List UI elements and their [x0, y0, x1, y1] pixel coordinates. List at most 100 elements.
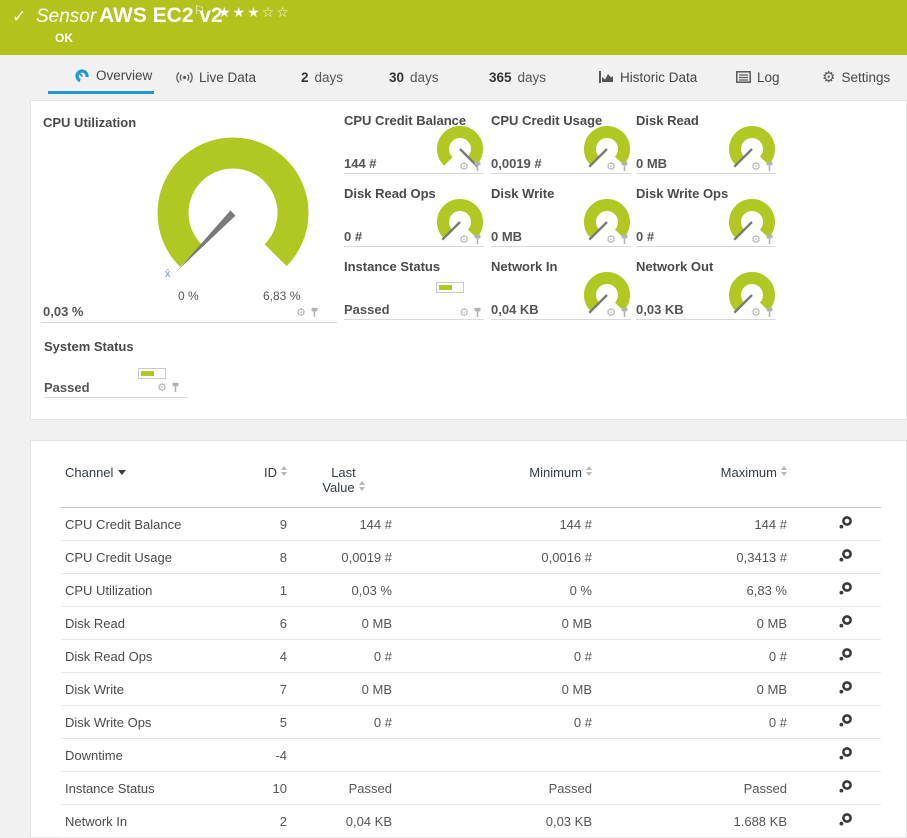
cell-minimum: Passed	[548, 780, 592, 796]
tab-365-days-word: days	[517, 69, 547, 85]
cell-id: 10	[272, 780, 287, 796]
tab-365-days[interactable]: 365 days	[489, 60, 546, 94]
table-row[interactable]: Disk Write Ops 5 0 # 0 # 0 #	[61, 706, 881, 739]
flag-icon[interactable]: ⚐	[194, 3, 205, 17]
cell-id: 6	[279, 615, 287, 631]
table-row[interactable]: Disk Read Ops 4 0 # 0 # 0 #	[61, 640, 881, 673]
gauge-title: Network In	[491, 259, 558, 274]
column-header-maximum[interactable]: Maximum	[596, 459, 791, 508]
table-row[interactable]: Disk Write 7 0 MB 0 MB 0 MB	[61, 673, 881, 706]
column-header-minimum[interactable]: Minimum	[396, 459, 596, 508]
priority-stars[interactable]: ★★★☆☆	[218, 5, 291, 21]
table-row[interactable]: CPU Credit Balance 9 144 # 144 # 144 #	[61, 508, 881, 541]
column-header-last-value[interactable]: Last Value	[291, 459, 396, 508]
gauge-value: Passed	[344, 302, 390, 317]
tab-historic-data[interactable]: Historic Data	[599, 60, 697, 94]
table-row[interactable]: CPU Credit Usage 8 0,0019 # 0,0016 # 0,3…	[61, 541, 881, 574]
tab-30-days[interactable]: 30 days	[389, 60, 439, 94]
channel-table-panel: Channel ID Last Value Minimum Maximum CP…	[30, 440, 907, 838]
sort-arrows-icon	[358, 481, 365, 491]
channel-settings-gear-icon[interactable]	[838, 647, 853, 662]
channel-settings-gear-icon[interactable]	[838, 614, 853, 629]
pin-icon[interactable]	[473, 234, 482, 245]
channel-settings-gear-icon[interactable]	[838, 746, 853, 761]
cell-minimum: 0 MB	[561, 615, 592, 631]
channel-gear-icon[interactable]: ⚙	[751, 234, 761, 245]
gauge-value: 0 #	[636, 229, 655, 244]
pin-icon[interactable]	[171, 382, 180, 393]
gauge-value: 0,03 %	[43, 304, 84, 319]
cell-channel[interactable]: CPU Credit Balance	[61, 508, 236, 541]
channel-settings-gear-icon[interactable]	[838, 680, 853, 695]
tab-log[interactable]: Log	[736, 60, 780, 94]
settings-gear-icon: ⚙	[822, 68, 836, 86]
tab-settings[interactable]: ⚙ Settings	[822, 60, 890, 94]
sort-active-caret-icon	[118, 470, 127, 475]
column-header-id[interactable]: ID	[236, 459, 291, 508]
channel-gear-icon[interactable]: ⚙	[459, 234, 469, 245]
pin-icon[interactable]	[620, 234, 629, 245]
pin-icon[interactable]	[473, 161, 482, 172]
channel-settings-gear-icon[interactable]	[838, 515, 853, 530]
channel-gear-icon[interactable]: ⚙	[606, 234, 616, 245]
channel-gear-icon[interactable]: ⚙	[606, 307, 616, 318]
table-row[interactable]: Downtime -4	[61, 739, 881, 772]
channel-settings-gear-icon[interactable]	[838, 812, 853, 827]
tab-log-label: Log	[757, 69, 780, 85]
pin-icon[interactable]	[620, 307, 629, 318]
pin-icon[interactable]	[765, 234, 774, 245]
cell-last-value: 0 #	[373, 714, 392, 730]
tab-2-days-word: days	[314, 69, 344, 85]
cell-id: 7	[279, 681, 287, 697]
channel-settings-gear-icon[interactable]	[838, 581, 853, 596]
channel-gear-icon[interactable]: ⚙	[296, 307, 306, 318]
table-row[interactable]: Instance Status 10 Passed Passed Passed	[61, 772, 881, 805]
cell-channel[interactable]: Network In	[61, 805, 236, 838]
channel-settings-gear-icon[interactable]	[838, 713, 853, 728]
channel-gear-icon[interactable]: ⚙	[459, 307, 469, 318]
channel-settings-gear-icon[interactable]	[838, 779, 853, 794]
pin-icon[interactable]	[310, 307, 319, 318]
gauge-max-label: 6,83 %	[263, 289, 301, 303]
tab-2-days[interactable]: 2 days	[301, 60, 343, 94]
tab-overview[interactable]: Overview	[48, 60, 154, 94]
cell-id: -4	[275, 747, 287, 763]
cell-maximum: 0 MB	[756, 681, 787, 697]
cell-channel[interactable]: Disk Read Ops	[61, 640, 236, 673]
gauge-value: 0 MB	[636, 156, 668, 171]
sort-arrows-icon	[281, 466, 287, 476]
pin-icon[interactable]	[765, 307, 774, 318]
gauge-title: Disk Write	[491, 186, 555, 201]
cell-id: 4	[279, 648, 287, 664]
channel-gear-icon[interactable]: ⚙	[157, 382, 167, 393]
channel-gear-icon[interactable]: ⚙	[459, 161, 469, 172]
pin-icon[interactable]	[473, 307, 482, 318]
cell-channel[interactable]: Downtime	[61, 739, 236, 772]
cell-channel[interactable]: Disk Write Ops	[61, 706, 236, 739]
table-row[interactable]: Disk Read 6 0 MB 0 MB 0 MB	[61, 607, 881, 640]
column-header-channel[interactable]: Channel	[61, 459, 236, 508]
cell-channel[interactable]: CPU Utilization	[61, 574, 236, 607]
cell-channel[interactable]: Disk Read	[61, 607, 236, 640]
gauge-tile-network-in: Network In 0,04 KB ⚙	[491, 259, 631, 320]
cell-minimum: 0 #	[573, 714, 592, 730]
channel-gear-icon[interactable]: ⚙	[751, 307, 761, 318]
cell-id: 9	[279, 516, 287, 532]
channel-gear-icon[interactable]: ⚙	[751, 161, 761, 172]
live-signal-icon	[176, 71, 193, 84]
cell-last-value	[291, 739, 396, 772]
tab-live-data[interactable]: Live Data	[176, 60, 256, 94]
table-row[interactable]: Network In 2 0,04 KB 0,03 KB 1.688 KB	[61, 805, 881, 838]
cell-channel[interactable]: Disk Write	[61, 673, 236, 706]
channel-table: Channel ID Last Value Minimum Maximum CP…	[61, 459, 881, 838]
gauge-tile-cpu-credit-balance: CPU Credit Balance 144 # ⚙	[344, 113, 484, 174]
cell-channel[interactable]: CPU Credit Usage	[61, 541, 236, 574]
cell-channel[interactable]: Instance Status	[61, 772, 236, 805]
gauge-title: Disk Write Ops	[636, 186, 729, 201]
gauge-tile-disk-write-ops: Disk Write Ops 0 # ⚙	[636, 186, 776, 247]
table-row[interactable]: CPU Utilization 1 0,03 % 0 % 6,83 %	[61, 574, 881, 607]
pin-icon[interactable]	[620, 161, 629, 172]
pin-icon[interactable]	[765, 161, 774, 172]
channel-settings-gear-icon[interactable]	[838, 548, 853, 563]
channel-gear-icon[interactable]: ⚙	[606, 161, 616, 172]
